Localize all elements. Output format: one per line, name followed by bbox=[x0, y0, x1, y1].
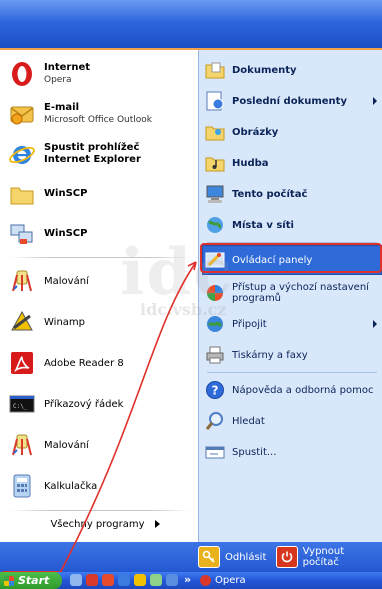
quicklaunch-internet-explorer-icon[interactable] bbox=[118, 574, 130, 586]
quicklaunch-opera-icon[interactable] bbox=[86, 574, 98, 586]
opera-icon bbox=[200, 575, 211, 586]
quicklaunch-winamp-icon[interactable] bbox=[134, 574, 146, 586]
quicklaunch-tool-icon[interactable] bbox=[166, 574, 178, 586]
taskbar-opera-button[interactable]: Opera bbox=[200, 573, 320, 588]
quicklaunch-overflow-button[interactable]: » bbox=[184, 573, 191, 586]
quicklaunch-network-icon[interactable] bbox=[150, 574, 162, 586]
quicklaunch-adobe-icon[interactable] bbox=[102, 574, 114, 586]
taskbar-opera-label: Opera bbox=[215, 575, 246, 586]
annotation-arrow bbox=[59, 261, 197, 574]
quicklaunch-show-desktop-icon[interactable] bbox=[70, 574, 82, 586]
start-label: Start bbox=[18, 574, 50, 587]
start-button[interactable]: Start bbox=[0, 572, 62, 589]
windows-flag-icon bbox=[4, 575, 14, 586]
taskbar: Start » Opera bbox=[0, 572, 382, 589]
